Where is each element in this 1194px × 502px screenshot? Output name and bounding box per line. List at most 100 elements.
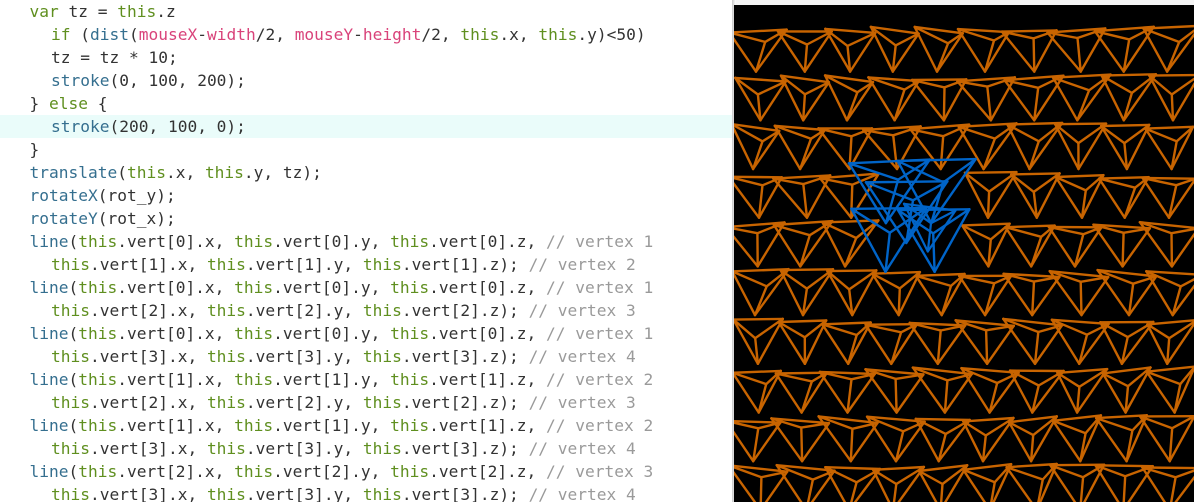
code-token: .vert[3].x,	[89, 439, 207, 458]
code-token: /2,	[421, 25, 461, 44]
tetrahedron-edge	[910, 78, 968, 82]
code-token: this	[51, 255, 90, 274]
tetrahedron-edge	[1179, 278, 1194, 288]
code-token: .vert[3].x,	[89, 347, 207, 366]
code-line[interactable]: this.vert[3].x, this.vert[3].y, this.ver…	[0, 345, 735, 368]
code-token: .vert[0].z,	[429, 324, 547, 343]
tetrahedron-edge	[734, 318, 757, 340]
code-line-text: line(this.vert[2].x, this.vert[2].y, thi…	[30, 460, 654, 483]
code-token: .vert[0].y,	[273, 324, 391, 343]
tetrahedron-edge	[1083, 463, 1106, 502]
tetrahedron-edge	[986, 170, 1018, 219]
code-token: // vertex 1	[546, 278, 654, 297]
tetrahedron-edge	[850, 206, 928, 211]
tetrahedron-edge	[770, 417, 804, 463]
tetrahedron-edge	[734, 369, 782, 374]
code-line[interactable]: line(this.vert[0].x, this.vert[0].y, thi…	[0, 322, 735, 345]
tetrahedron-edge	[1079, 476, 1085, 502]
code-token: this	[362, 439, 402, 458]
code-token: .vert[0].y,	[273, 278, 391, 297]
code-token: this	[390, 370, 430, 389]
code-line-text: this.vert[3].x, this.vert[3].y, this.ver…	[51, 437, 636, 460]
code-line[interactable]: this.vert[3].x, this.vert[3].y, this.ver…	[0, 437, 735, 460]
code-token: this	[78, 324, 118, 343]
tetrahedron-edge	[1035, 172, 1061, 219]
tetrahedron-edge	[896, 208, 971, 212]
code-line[interactable]: line(this.vert[2].x, this.vert[2].y, thi…	[0, 460, 735, 483]
code-token: (	[68, 232, 79, 251]
code-token: (	[68, 324, 79, 343]
code-line[interactable]: }	[0, 138, 735, 161]
code-token: stroke	[51, 117, 110, 136]
code-token: .vert[2].x,	[89, 301, 207, 320]
code-token: {	[87, 94, 108, 113]
code-token: // vertex 2	[546, 370, 654, 389]
tetrahedron-edge	[1004, 224, 1056, 229]
tetrahedron-edge	[1100, 73, 1158, 77]
tetrahedron-edge	[931, 232, 936, 273]
code-token: .vert[3].z);	[401, 347, 529, 366]
tetrahedron-edge	[1054, 122, 1080, 145]
tetrahedron-edge	[824, 466, 882, 471]
code-line[interactable]: line(this.vert[1].x, this.vert[1].y, thi…	[0, 414, 735, 437]
code-token: this	[51, 485, 90, 502]
tetrahedron-edge	[734, 175, 783, 179]
code-line[interactable]: translate(this.x, this.y, tz);	[0, 161, 735, 184]
code-line[interactable]: stroke(200, 100, 0);	[0, 115, 735, 138]
code-line[interactable]: var tz = this.z	[0, 0, 735, 23]
code-editor[interactable]: var tz = this.z if (dist(mouseX-width/2, …	[0, 0, 735, 502]
sketch-canvas[interactable]	[734, 5, 1194, 502]
code-token: else	[49, 94, 88, 113]
code-line[interactable]: this.vert[1].x, this.vert[1].y, this.ver…	[0, 253, 735, 276]
tetrahedron-edge	[734, 318, 760, 365]
tetrahedron-edge	[734, 32, 767, 44]
code-line[interactable]: tz = tz * 10;	[0, 46, 735, 69]
tetrahedron-edge	[1148, 74, 1175, 122]
code-line-text: } else {	[30, 92, 108, 115]
tetrahedron-edge	[986, 190, 991, 219]
code-line[interactable]: stroke(0, 100, 200);	[0, 69, 735, 92]
tetrahedron-edge	[759, 476, 763, 502]
code-line[interactable]: this.vert[3].x, this.vert[3].y, this.ver…	[0, 483, 735, 502]
code-token: .vert[1].x,	[89, 255, 207, 274]
code-token: this	[362, 301, 402, 320]
tetrahedron-edge	[851, 269, 878, 317]
code-line[interactable]: this.vert[2].x, this.vert[2].y, this.ver…	[0, 391, 735, 414]
code-token: .vert[2].z);	[401, 393, 529, 412]
tetrahedron-edge	[821, 221, 847, 268]
code-line[interactable]: line(this.vert[0].x, this.vert[0].y, thi…	[0, 276, 735, 299]
tetrahedron-edge	[777, 319, 828, 324]
code-token: line	[29, 462, 69, 481]
code-token: line	[29, 232, 69, 251]
code-line[interactable]: line(this.vert[0].x, this.vert[0].y, thi…	[0, 230, 735, 253]
tetrahedron-edge	[1144, 125, 1194, 130]
code-token: // vertex 4	[528, 485, 636, 502]
code-token: this	[51, 347, 90, 366]
code-line[interactable]: this.vert[2].x, this.vert[2].y, this.ver…	[0, 299, 735, 322]
tetrahedron-edge	[779, 74, 805, 122]
code-token: .vert[2].y,	[245, 301, 363, 320]
tetrahedron-edge	[1100, 124, 1129, 171]
code-token: if	[51, 25, 71, 44]
code-token: -	[353, 25, 363, 44]
code-line-text: stroke(200, 100, 0);	[51, 115, 246, 138]
code-token: rotateX	[29, 186, 98, 205]
code-line[interactable]: line(this.vert[1].x, this.vert[1].y, thi…	[0, 368, 735, 391]
code-line[interactable]: rotateY(rot_x);	[0, 207, 735, 230]
code-token: this	[206, 301, 246, 320]
code-token: .y, tz);	[243, 163, 322, 182]
code-line[interactable]: rotateX(rot_y);	[0, 184, 735, 207]
code-token: height	[362, 25, 422, 44]
code-token: (rot_x);	[97, 209, 176, 228]
tetrahedron-edge	[1122, 475, 1127, 502]
tetrahedron-edge	[914, 272, 966, 277]
tetrahedron-edge	[850, 481, 858, 502]
code-token: this	[78, 462, 118, 481]
code-token: .vert[3].y,	[245, 347, 363, 366]
code-line[interactable]: } else {	[0, 92, 735, 115]
tetrahedron-edge	[960, 222, 1011, 227]
code-token: this	[234, 278, 274, 297]
tetrahedron-edge	[1100, 123, 1151, 128]
code-line[interactable]: if (dist(mouseX-width/2, mouseY-height/2…	[0, 23, 735, 46]
code-token: this	[234, 416, 274, 435]
